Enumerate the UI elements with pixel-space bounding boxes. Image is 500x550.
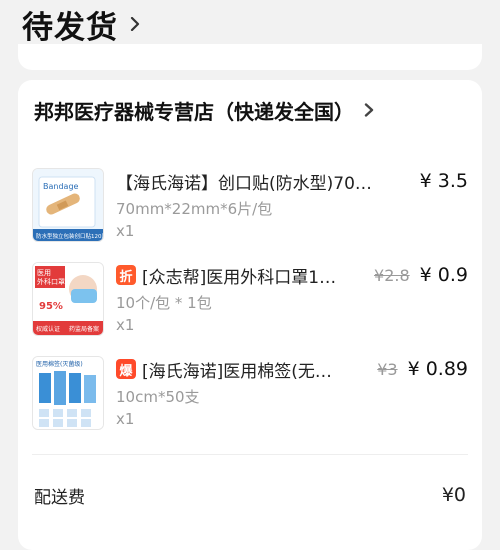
order-item[interactable]: 医用 外科口罩 95% 权威认证 药监局备案 折 [众志帮]医用外科口罩1… ¥…	[32, 262, 468, 346]
product-price: ¥ 0.9	[419, 264, 468, 286]
bandage-product-image: Bandage 防水型独立包装创口贴120片	[33, 169, 103, 241]
product-quantity: x1	[116, 316, 135, 334]
svg-text:外科口罩: 外科口罩	[37, 277, 65, 286]
original-price: ¥3	[377, 359, 398, 379]
svg-text:95%: 95%	[39, 301, 63, 312]
product-spec: 10个/包 * 1包	[116, 294, 212, 312]
product-image[interactable]: 医用棉签(灭菌级)	[32, 356, 104, 430]
svg-text:药监局备案: 药监局备案	[69, 325, 99, 333]
order-item[interactable]: 医用棉签(灭菌级) 爆 [海氏海诺]医用棉签(无… ¥3 ¥ 0.89 10cm…	[32, 356, 468, 440]
shop-name: 邦邦医疗器械专营店（快递发全国）	[34, 99, 354, 124]
shipping-fee-label: 配送费	[34, 487, 85, 508]
svg-text:权威认证: 权威认证	[36, 325, 60, 333]
svg-text:防水型独立包装创口贴120片: 防水型独立包装创口贴120片	[36, 232, 103, 240]
product-spec: 10cm*50支	[116, 388, 200, 406]
product-price: ¥ 0.89	[407, 358, 468, 380]
order-status-title: 待发货	[22, 9, 118, 46]
product-title: [众志帮]医用外科口罩1…	[142, 267, 337, 288]
order-card: 邦邦医疗器械专营店（快递发全国） Bandage 防水型独立包装创口贴120片 …	[18, 80, 482, 550]
svg-text:医用: 医用	[37, 269, 51, 277]
product-title: [海氏海诺]医用棉签(无…	[142, 361, 332, 382]
product-quantity: x1	[116, 410, 135, 428]
discount-badge: 折	[116, 265, 136, 285]
product-image[interactable]: Bandage 防水型独立包装创口贴120片	[32, 168, 104, 242]
shipping-fee-row: 配送费 ¥0	[34, 480, 466, 510]
svg-text:Bandage: Bandage	[43, 182, 79, 191]
svg-text:医用棉签(灭菌级): 医用棉签(灭菌级)	[36, 360, 83, 368]
product-quantity: x1	[116, 222, 135, 240]
divider	[32, 454, 468, 455]
shipping-fee-value: ¥0	[441, 484, 466, 506]
hot-badge: 爆	[116, 359, 136, 379]
chevron-right-icon	[364, 103, 374, 117]
mask-product-image: 医用 外科口罩 95% 权威认证 药监局备案	[33, 263, 103, 335]
product-price: ¥ 3.5	[419, 170, 468, 192]
order-status-header[interactable]: 待发货	[22, 2, 142, 46]
product-image[interactable]: 医用 外科口罩 95% 权威认证 药监局备案	[32, 262, 104, 336]
cotton-swab-product-image: 医用棉签(灭菌级)	[33, 357, 103, 429]
original-price: ¥2.8	[374, 265, 410, 285]
order-item[interactable]: Bandage 防水型独立包装创口贴120片 【海氏海诺】创口贴(防水型)70……	[32, 168, 468, 252]
previous-card-bottom	[18, 44, 482, 70]
product-spec: 70mm*22mm*6片/包	[116, 200, 273, 218]
chevron-right-icon	[130, 17, 140, 31]
product-title: 【海氏海诺】创口贴(防水型)70…	[116, 173, 372, 194]
shop-header[interactable]: 邦邦医疗器械专营店（快递发全国）	[34, 92, 466, 128]
